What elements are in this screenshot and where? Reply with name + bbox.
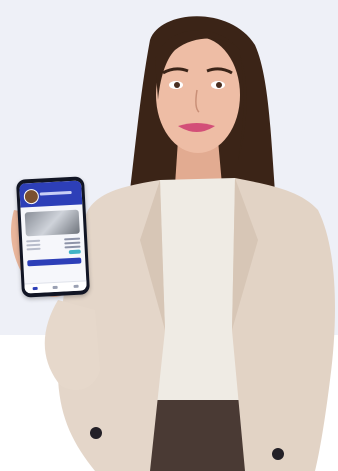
app-header [19, 180, 83, 208]
tab-bar [24, 280, 87, 294]
user-icon[interactable] [32, 286, 38, 291]
phone-screen [19, 180, 87, 294]
smartphone [15, 176, 91, 298]
avatar [23, 188, 40, 205]
home-icon[interactable] [53, 285, 59, 290]
header-text-line [39, 190, 72, 196]
product-image [24, 209, 80, 237]
cart-icon[interactable] [73, 284, 79, 288]
primary-action-button[interactable] [27, 257, 82, 267]
blazer-button [90, 427, 102, 439]
blazer-button [272, 448, 284, 460]
detail-rows [22, 233, 85, 256]
photo-scene [0, 0, 338, 471]
status-badge [68, 249, 81, 255]
